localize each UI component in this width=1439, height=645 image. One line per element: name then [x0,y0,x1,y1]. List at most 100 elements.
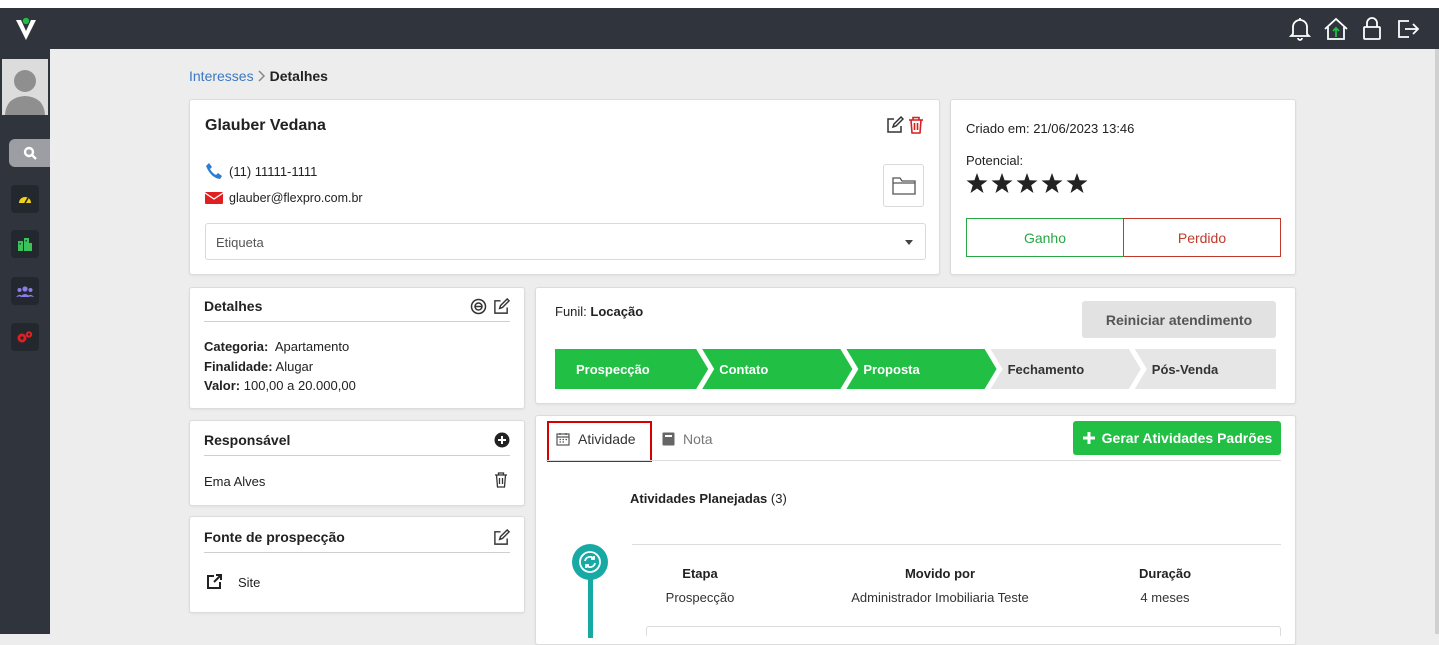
book-icon [662,432,675,446]
phone-icon [206,163,222,179]
details-card: Detalhes Categoria: Apartamento Finalida… [189,287,525,409]
lead-name: Glauber Vedana [205,117,326,134]
sidebar-item-dashboard[interactable] [11,185,39,213]
detail-value: Valor: 100,00 a 20.000,00 [204,378,356,393]
lost-button[interactable]: Perdido [1123,218,1281,257]
calendar-icon [556,433,570,446]
col-head-moved-by: Movido por [904,566,976,581]
generate-default-activities-button[interactable]: Gerar Atividades Padrões [1073,421,1281,455]
col-head-stage: Etapa [682,566,718,581]
chevron-right-icon [258,70,265,82]
potential-label: Potencial: [966,153,1024,168]
section-divider [632,544,1281,545]
caret-down-icon [905,240,913,245]
tag-select[interactable]: Etiqueta [205,223,926,260]
lead-card: Glauber Vedana (11) 11111-1111 glauber@f… [189,99,940,275]
value-value: 100,00 a 20.000,00 [243,378,356,393]
won-button[interactable]: Ganho [966,218,1124,257]
lock-icon[interactable] [1359,16,1385,42]
phone-row: (11) 11111-1111 [205,162,317,180]
building-icon [18,238,32,251]
funnel-card: Funil: Locação Reiniciar atendimento Pro… [535,287,1296,404]
users-icon [16,286,34,297]
breadcrumb-current: Detalhes [269,68,328,84]
logout-icon[interactable] [1395,16,1421,42]
funnel-stage-label: Contato [719,362,768,377]
sidebar-search-button[interactable] [9,139,50,167]
status-card: Criado em: 21/06/2023 13:46 Potencial: G… [950,99,1296,275]
detail-category: Categoria: Apartamento [204,339,349,354]
category-value: Apartamento [274,339,350,354]
lead-email[interactable]: glauber@flexpro.com.br [229,191,363,205]
email-row: glauber@flexpro.com.br [205,191,363,205]
target-icon[interactable] [470,298,487,318]
planned-title-text: Atividades Planejadas [630,491,768,506]
edit-icon[interactable] [886,115,905,139]
envelope-icon [205,192,223,204]
created-date: Criado em: 21/06/2023 13:46 [966,121,1135,136]
page-scrollbar[interactable] [1435,49,1439,634]
search-icon [23,146,37,160]
tab-note[interactable]: Nota [662,428,713,450]
trash-icon[interactable] [494,472,508,493]
source-title: Fonte de prospecção [204,529,345,545]
activity-card: Atividade Nota Gerar Atividades Padrões … [535,415,1296,645]
sidebar-item-buildings[interactable] [11,230,39,258]
row-duration: 4 meses [1140,590,1190,605]
funnel-stage-label: Fechamento [1008,362,1085,377]
generate-label: Gerar Atividades Padrões [1101,430,1273,446]
star-icon [1041,173,1063,193]
folder-button[interactable] [883,164,924,207]
tag-select-placeholder: Etiqueta [216,235,264,250]
planned-activities-title: Atividades Planejadas (3) [630,491,787,506]
breadcrumb: Interesses Detalhes [189,68,328,84]
edit-icon[interactable] [493,528,511,549]
restart-service-button[interactable]: Reiniciar atendimento [1082,301,1276,338]
funnel-stage-label: Pós-Venda [1152,362,1219,377]
funnel-label: Funil: Locação [555,304,643,319]
tab-note-label: Nota [683,431,713,447]
top-bar [0,0,1439,49]
folder-icon [891,176,916,195]
tab-activity-label: Atividade [578,431,636,447]
row-moved-by: Administrador Imobiliaria Teste [851,590,1029,605]
details-title: Detalhes [204,298,263,314]
star-icon [1016,173,1038,193]
delete-icon[interactable] [908,116,924,139]
lead-phone[interactable]: (11) 11111-1111 [229,164,317,179]
bell-icon[interactable] [1287,16,1313,42]
home-upload-icon[interactable] [1323,16,1349,42]
purpose-label: Finalidade: [204,359,273,374]
responsible-name: Ema Alves [204,474,266,489]
app-logo-icon[interactable] [14,16,38,42]
value-label: Valor: [204,378,241,393]
add-circle-icon[interactable] [494,432,510,451]
sidebar [0,49,50,634]
col-head-duration: Duração [1138,566,1192,581]
edit-icon[interactable] [493,297,511,318]
responsible-title: Responsável [204,432,291,448]
sync-icon [572,544,608,580]
purpose-value: Alugar [275,359,314,374]
gauge-icon [19,197,31,204]
sidebar-item-users[interactable] [11,277,39,305]
source-value: Site [238,575,261,590]
category-label: Categoria: [204,339,269,354]
star-icon [1066,173,1088,193]
detail-purpose: Finalidade: Alugar [204,359,313,374]
breadcrumb-link-interests[interactable]: Interesses [189,68,254,84]
funnel-label-text: Funil: [555,304,587,319]
funnel-pipeline: Prospecção Contato Proposta Fechamento Pós-V… [555,349,1276,389]
activity-subcard [646,626,1281,636]
planned-count: (3) [770,491,787,506]
timeline-line [588,578,593,638]
gears-icon [17,331,33,343]
tab-activity[interactable]: Atividade [556,428,636,450]
potential-stars[interactable] [966,173,1088,194]
tab-divider [546,460,1281,461]
funnel-stage-label: Proposta [863,362,920,377]
avatar[interactable] [2,59,48,115]
plus-icon [1082,432,1095,444]
sidebar-item-settings[interactable] [11,323,39,351]
external-link-icon [206,573,223,595]
